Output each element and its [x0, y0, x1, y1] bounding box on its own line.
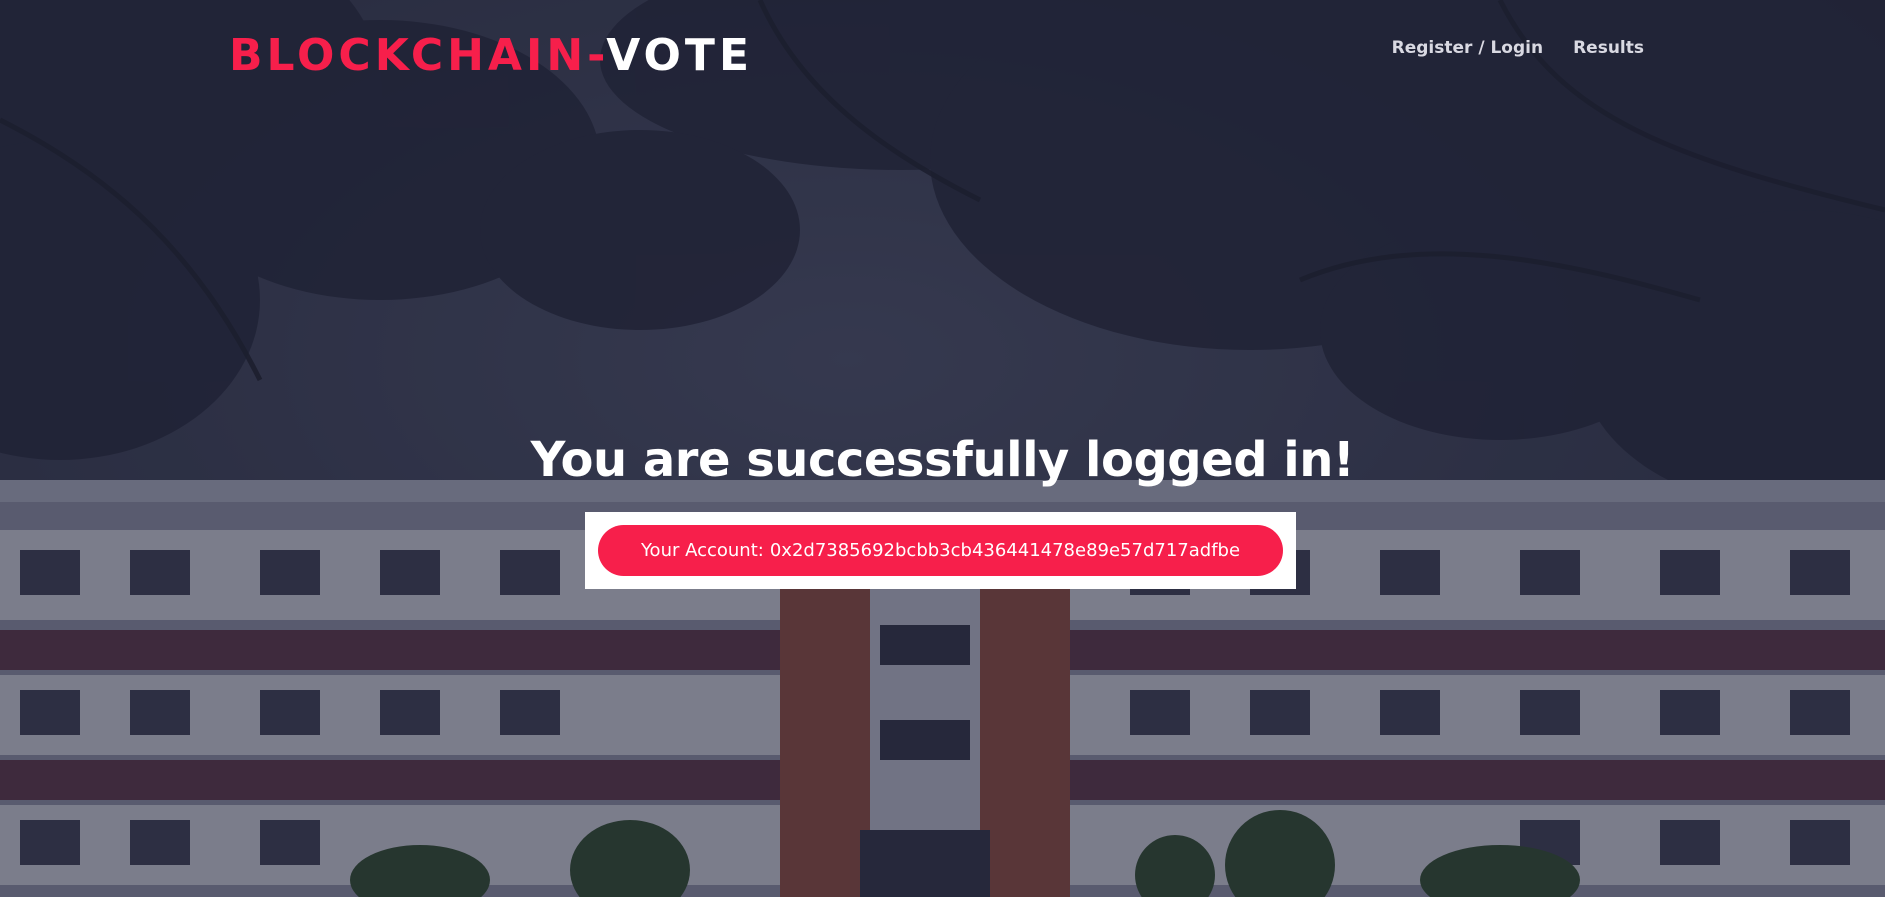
account-address: 0x2d7385692bcbb3cb436441478e89e57d717adf… [769, 540, 1241, 561]
nav-link-register-login[interactable]: Register / Login [1392, 36, 1543, 60]
account-card: Your Account: 0x2d7385692bcbb3cb43644147… [585, 512, 1296, 589]
brand-logo[interactable]: BLOCKCHAIN-VOTE [229, 30, 753, 82]
top-nav: Register / Login Results [1392, 36, 1644, 60]
brand-logo-part2: VOTE [606, 30, 754, 81]
nav-link-results[interactable]: Results [1573, 36, 1644, 60]
hero-section: BLOCKCHAIN-VOTE Register / Login Results… [0, 0, 1885, 897]
brand-logo-part1: BLOCKCHAIN- [229, 30, 607, 81]
account-badge: Your Account: 0x2d7385692bcbb3cb43644147… [598, 525, 1283, 576]
page-title: You are successfully logged in! [530, 432, 1355, 488]
account-label: Your Account: [640, 540, 764, 561]
